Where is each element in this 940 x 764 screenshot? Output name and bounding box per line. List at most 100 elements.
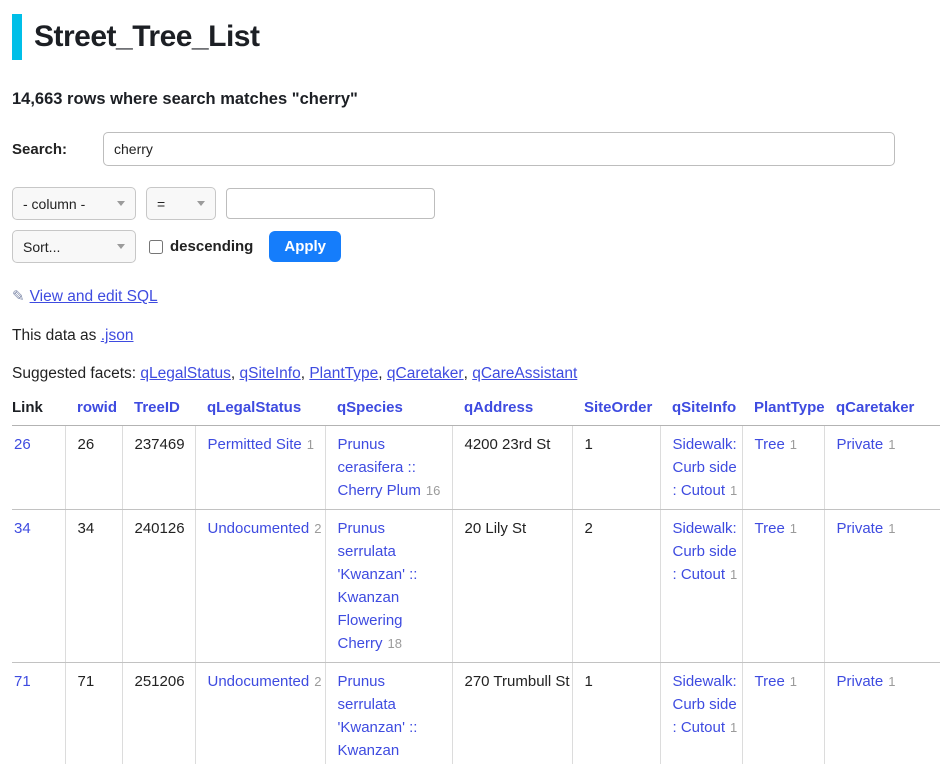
facet-count: 2: [314, 674, 321, 689]
cell-qsiteinfo: Sidewalk: Curb side : Cutout1: [660, 510, 742, 663]
facets-prefix: Suggested facets:: [12, 365, 140, 382]
cell-link: 26: [12, 426, 65, 510]
facet-value-link[interactable]: Permitted Site: [208, 436, 302, 453]
facet-value-link[interactable]: Private: [837, 673, 884, 690]
cell-qcaretaker: Private 1: [824, 663, 940, 764]
facet-count: 18: [388, 636, 402, 651]
apply-button[interactable]: Apply: [269, 231, 341, 262]
row-link[interactable]: 71: [14, 673, 31, 690]
cell-rowid: 26: [65, 426, 122, 510]
row-count-summary: 14,663 rows where search matches "cherry…: [12, 90, 940, 109]
facet-value-link[interactable]: Tree: [755, 436, 785, 453]
cell-qlegalstatus: Undocumented 2: [195, 510, 325, 663]
column-header-qaddress: qAddress: [452, 397, 572, 426]
column-header-siteorder: SiteOrder: [572, 397, 660, 426]
table-row: 34 34 240126 Undocumented 2 Prunus serrul…: [12, 510, 940, 663]
cell-rowid: 71: [65, 663, 122, 764]
facet-count: 1: [790, 437, 797, 452]
cell-treeid: 251206: [122, 663, 195, 764]
view-edit-sql-link[interactable]: View and edit SQL: [30, 288, 158, 305]
cell-qspecies: Prunus serrulata 'Kwanzan' :: Kwanzan Fl…: [325, 663, 452, 764]
table-row: 71 71 251206 Undocumented 2 Prunus serrul…: [12, 663, 940, 764]
row-link[interactable]: 34: [14, 520, 31, 537]
column-select-wrap: - column -: [12, 187, 136, 220]
cell-qsiteinfo: Sidewalk: Curb side : Cutout1: [660, 426, 742, 510]
cell-treeid: 237469: [122, 426, 195, 510]
cell-qcaretaker: Private 1: [824, 426, 940, 510]
facet-value-link[interactable]: Undocumented: [208, 520, 310, 537]
search-form: Search:: [12, 132, 940, 166]
cell-qaddress: 270 Trumbull St: [452, 663, 572, 764]
sql-link-row: ✎ View and edit SQL: [12, 287, 940, 306]
column-header-planttype: PlantType: [742, 397, 824, 426]
facet-count: 1: [790, 674, 797, 689]
page-header: Street_Tree_List: [12, 14, 940, 60]
descending-checkbox[interactable]: [149, 240, 163, 254]
facet-value-link[interactable]: Sidewalk: Curb side : Cutout: [673, 520, 737, 583]
cell-qaddress: 20 Lily St: [452, 510, 572, 663]
facet-count: 1: [888, 521, 895, 536]
facet-value-link[interactable]: Prunus cerasifera :: Cherry Plum: [338, 436, 421, 499]
cell-siteorder: 1: [572, 426, 660, 510]
facet-value-link[interactable]: Prunus serrulata 'Kwanzan' :: Kwanzan Fl…: [338, 673, 418, 764]
table-row: 26 26 237469 Permitted Site 1 Prunus cera…: [12, 426, 940, 510]
facet-link-qcaretaker[interactable]: qCaretaker: [387, 365, 472, 382]
sort-select[interactable]: Sort...: [12, 230, 136, 263]
facet-value-link[interactable]: Tree: [755, 673, 785, 690]
facet-link-qsiteinfo[interactable]: qSiteInfo: [240, 365, 310, 382]
facet-count: 1: [790, 521, 797, 536]
facet-value-link[interactable]: Prunus serrulata 'Kwanzan' :: Kwanzan Fl…: [338, 520, 418, 652]
sort-form: Sort... descending Apply: [12, 230, 940, 263]
search-label: Search:: [12, 141, 103, 158]
cell-qcaretaker: Private 1: [824, 510, 940, 663]
cell-siteorder: 2: [572, 510, 660, 663]
cell-treeid: 240126: [122, 510, 195, 663]
facet-value-link[interactable]: Sidewalk: Curb side : Cutout: [673, 436, 737, 499]
filter-form: - column - =: [12, 187, 940, 220]
facet-count: 2: [314, 521, 321, 536]
column-header-qlegalstatus: qLegalStatus: [195, 397, 325, 426]
facet-link-planttype[interactable]: PlantType: [309, 365, 387, 382]
facet-count: 1: [730, 720, 737, 735]
cell-qsiteinfo: Sidewalk: Curb side : Cutout1: [660, 663, 742, 764]
facet-value-link[interactable]: Tree: [755, 520, 785, 537]
facet-link-qcareassistant[interactable]: qCareAssistant: [472, 365, 577, 382]
facet-link-qlegalstatus[interactable]: qLegalStatus: [140, 365, 239, 382]
facet-value-link[interactable]: Undocumented: [208, 673, 310, 690]
facet-count: 1: [307, 437, 314, 452]
column-header-treeid: TreeID: [122, 397, 195, 426]
accent-bar: [12, 14, 22, 60]
json-export-link[interactable]: .json: [101, 327, 134, 344]
cell-planttype: Tree 1: [742, 663, 824, 764]
facet-count: 1: [730, 567, 737, 582]
cell-rowid: 34: [65, 510, 122, 663]
results-table: Link rowid TreeID qLegalStatus qSpecies …: [12, 397, 940, 764]
cell-planttype: Tree 1: [742, 426, 824, 510]
facet-value-link[interactable]: Sidewalk: Curb side : Cutout: [673, 673, 737, 736]
cell-siteorder: 1: [572, 663, 660, 764]
cell-link: 34: [12, 510, 65, 663]
column-header-qsiteinfo: qSiteInfo: [660, 397, 742, 426]
facet-value-link[interactable]: Private: [837, 436, 884, 453]
facet-count: 1: [888, 674, 895, 689]
header-row: Link rowid TreeID qLegalStatus qSpecies …: [12, 397, 940, 426]
pencil-icon: ✎: [12, 288, 25, 305]
row-link[interactable]: 26: [14, 436, 31, 453]
cell-link: 71: [12, 663, 65, 764]
column-header-qspecies: qSpecies: [325, 397, 452, 426]
cell-qaddress: 4200 23rd St: [452, 426, 572, 510]
cell-qspecies: Prunus cerasifera :: Cherry Plum16: [325, 426, 452, 510]
column-select[interactable]: - column -: [12, 187, 136, 220]
column-header-link: Link: [12, 397, 65, 426]
sort-select-wrap: Sort...: [12, 230, 136, 263]
descending-label: descending: [170, 238, 253, 255]
facet-value-link[interactable]: Private: [837, 520, 884, 537]
search-input[interactable]: [103, 132, 895, 166]
operator-select[interactable]: =: [146, 187, 216, 220]
filter-value-input[interactable]: [226, 188, 435, 219]
facet-count: 1: [730, 483, 737, 498]
cell-qspecies: Prunus serrulata 'Kwanzan' :: Kwanzan Fl…: [325, 510, 452, 663]
operator-select-wrap: =: [136, 187, 216, 220]
suggested-facets-row: Suggested facets: qLegalStatusqSiteInfoP…: [12, 365, 940, 383]
facet-count: 1: [888, 437, 895, 452]
